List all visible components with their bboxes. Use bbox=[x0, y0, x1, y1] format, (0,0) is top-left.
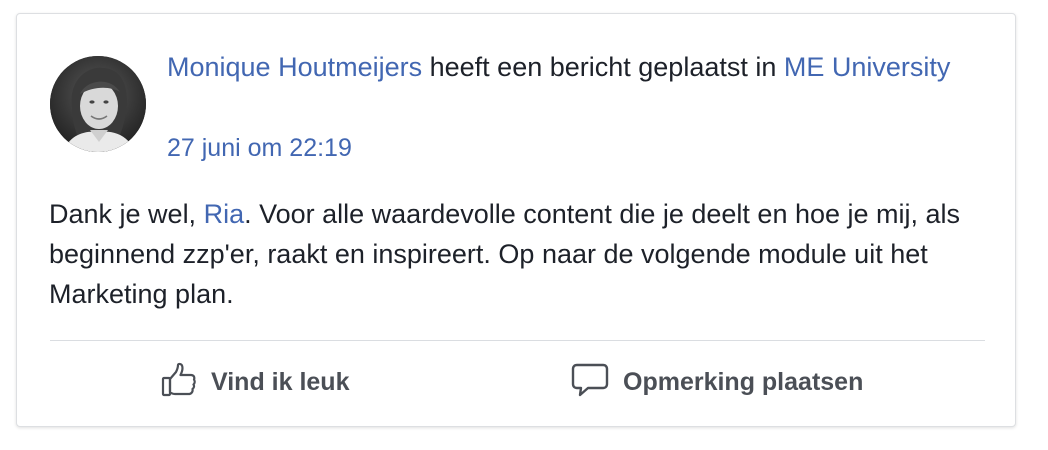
like-label: Vind ik leuk bbox=[211, 367, 350, 396]
mention-link[interactable]: Ria bbox=[204, 199, 245, 229]
author-link[interactable]: Monique Houtmeijers bbox=[167, 52, 422, 82]
post-header: Monique Houtmeijers heeft een bericht ge… bbox=[167, 50, 997, 84]
post-action-text: heeft een bericht geplaatst in bbox=[422, 52, 784, 82]
comment-label: Opmerking plaatsen bbox=[623, 367, 864, 396]
actions-divider bbox=[50, 340, 985, 341]
post-card: Monique Houtmeijers heeft een bericht ge… bbox=[16, 13, 1016, 427]
thumbs-up-icon bbox=[161, 362, 197, 403]
message-text-start: Dank je wel, bbox=[49, 199, 204, 229]
group-link[interactable]: ME University bbox=[784, 52, 951, 82]
avatar-photo bbox=[50, 56, 146, 152]
comment-button[interactable]: Opmerking plaatsen bbox=[571, 360, 863, 404]
post-timestamp[interactable]: 27 juni om 22:19 bbox=[167, 132, 352, 164]
avatar[interactable] bbox=[50, 56, 146, 152]
like-button[interactable]: Vind ik leuk bbox=[161, 360, 349, 404]
speech-bubble-icon bbox=[571, 362, 609, 403]
post-message: Dank je wel, Ria. Voor alle waardevolle … bbox=[49, 194, 999, 314]
